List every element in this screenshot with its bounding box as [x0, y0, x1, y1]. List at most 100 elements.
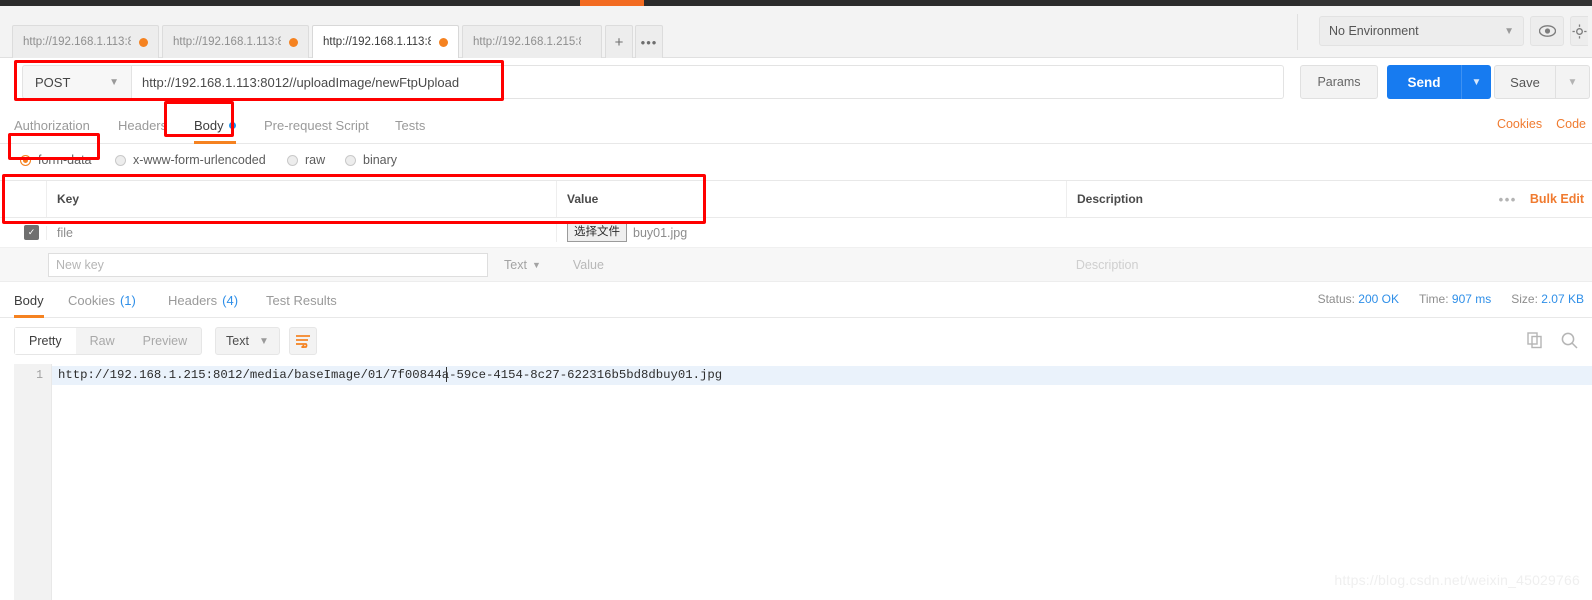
settings-button[interactable]	[1570, 16, 1588, 46]
word-wrap-button[interactable]	[289, 327, 317, 355]
word-wrap-icon	[296, 335, 310, 348]
radio-raw[interactable]: raw	[287, 153, 325, 167]
http-method-selector[interactable]: POST ▼	[22, 65, 132, 99]
choose-file-button[interactable]: 选择文件	[567, 223, 627, 242]
size-group: Size: 2.07 KB	[1511, 292, 1584, 306]
request-tab-label: http://192.168.1.113:8	[173, 36, 281, 48]
send-button-group: Send ▼	[1387, 65, 1491, 99]
response-tab-headers[interactable]: Headers (4)	[168, 282, 238, 318]
radio-binary[interactable]: binary	[345, 153, 397, 167]
radio-x-www-form-urlencoded[interactable]: x-www-form-urlencoded	[115, 153, 266, 167]
copy-button[interactable]	[1527, 332, 1543, 354]
new-description-input[interactable]: Description	[1076, 258, 1139, 272]
radio-form-data[interactable]: form-data	[20, 153, 92, 167]
tab-label: Cookies	[68, 292, 115, 308]
view-mode-pretty[interactable]: Pretty	[15, 328, 76, 354]
status-value: 200 OK	[1358, 292, 1399, 306]
request-tab-4[interactable]: http://192.168.1.215:8012/n	[462, 25, 602, 58]
view-mode-raw[interactable]: Raw	[76, 328, 129, 354]
bulk-edit-link[interactable]: Bulk Edit	[1530, 192, 1584, 206]
new-row: New key Text ▼ Value Description	[0, 248, 1592, 282]
status-group: Status: 200 OK	[1318, 292, 1399, 306]
tab-tests[interactable]: Tests	[395, 106, 425, 144]
request-links: Cookies Code	[1497, 117, 1586, 131]
save-button[interactable]: Save	[1494, 65, 1556, 99]
new-value-input[interactable]: Value	[573, 258, 604, 272]
watermark: https://blog.csdn.net/weixin_45029766	[1334, 572, 1580, 588]
chevron-down-icon: ▼	[109, 76, 119, 88]
response-actions	[1527, 332, 1578, 354]
radio-icon	[345, 154, 356, 166]
response-tab-cookies[interactable]: Cookies (1)	[68, 282, 136, 318]
table-more-button[interactable]: •••	[1499, 192, 1517, 207]
row-value-cell: 选择文件 buy01.jpg	[556, 223, 1066, 242]
line-number-gutter: 1	[14, 364, 52, 600]
tab-label: Headers	[168, 292, 218, 308]
time-label: Time:	[1419, 292, 1449, 306]
code-link[interactable]: Code	[1556, 117, 1586, 131]
radio-label: x-www-form-urlencoded	[133, 153, 266, 167]
view-mode-preview[interactable]: Preview	[129, 328, 201, 354]
tab-authorization[interactable]: Authorization	[14, 106, 90, 144]
tab-pre-request-script[interactable]: Pre-request Script	[264, 106, 369, 144]
tab-label: Tests	[395, 117, 426, 133]
cookies-link[interactable]: Cookies	[1497, 117, 1542, 131]
environment-label: No Environment	[1329, 24, 1419, 38]
unsaved-dot-icon	[289, 37, 298, 47]
url-input[interactable]: http://192.168.1.113:8012//uploadImage/n…	[132, 65, 1284, 99]
response-tab-body[interactable]: Body	[14, 282, 44, 318]
header-description: Description	[1077, 192, 1144, 206]
row-checkbox-cell: ✓	[0, 225, 46, 240]
environment-quick-look-button[interactable]	[1530, 16, 1564, 46]
radio-label: raw	[305, 153, 326, 167]
postman-window: http://192.168.1.113:8 http://192.168.1.…	[0, 0, 1592, 600]
send-button[interactable]: Send	[1387, 65, 1461, 99]
request-tab-label: http://192.168.1.113:8	[23, 36, 131, 48]
tab-body[interactable]: Body	[194, 106, 236, 144]
url-text: http://192.168.1.113:8012//uploadImage/n…	[142, 74, 460, 90]
save-options-button[interactable]: ▼	[1556, 65, 1590, 99]
table-header-row: Key Value Description ••• Bulk Edit	[0, 180, 1592, 218]
header-checkbox-cell	[0, 181, 46, 217]
size-label: Size:	[1511, 292, 1538, 306]
table-row: ✓ file 选择文件 buy01.jpg	[0, 218, 1592, 248]
tab-label: Test Results	[266, 292, 337, 308]
request-tab-1[interactable]: http://192.168.1.113:8	[12, 25, 159, 58]
line-number: 1	[36, 369, 43, 382]
search-icon	[1561, 332, 1578, 349]
size-value: 2.07 KB	[1541, 292, 1584, 306]
send-options-button[interactable]: ▼	[1461, 65, 1491, 99]
response-tab-test-results[interactable]: Test Results	[266, 282, 337, 318]
tab-label: Headers	[118, 117, 168, 133]
request-tab-2[interactable]: http://192.168.1.113:8	[162, 25, 309, 58]
body-indicator-dot-icon	[228, 121, 236, 129]
response-body-editor[interactable]: 1 http://192.168.1.215:8012/media/baseIm…	[0, 364, 1592, 600]
header-key: Key	[46, 181, 556, 217]
time-value: 907 ms	[1451, 292, 1492, 306]
response-format-selector[interactable]: Text ▼	[215, 327, 280, 355]
new-tab-button[interactable]: +	[605, 25, 633, 58]
search-button[interactable]	[1561, 332, 1578, 354]
time-group: Time: 907 ms	[1419, 292, 1491, 306]
response-meta: Status: 200 OK Time: 907 ms Size: 2.07 K…	[1318, 292, 1584, 306]
request-tab-3[interactable]: http://192.168.1.113:8	[312, 25, 459, 58]
params-button[interactable]: Params	[1300, 65, 1378, 99]
row-key-input[interactable]: file	[46, 225, 556, 240]
body-type-options: form-data x-www-form-urlencoded raw bina…	[0, 144, 1592, 180]
chevron-down-icon: ▼	[258, 335, 269, 347]
new-row-type-selector[interactable]: Text ▼	[504, 258, 541, 272]
row-enabled-checkbox[interactable]: ✓	[24, 225, 39, 240]
http-method-label: POST	[35, 74, 71, 90]
tab-label: Body	[14, 292, 44, 308]
new-key-input[interactable]: New key	[48, 252, 488, 277]
response-body-text: http://192.168.1.215:8012/media/baseImag…	[58, 368, 723, 382]
unsaved-dot-icon	[139, 37, 148, 47]
url-bar-row: POST ▼ http://192.168.1.113:8012//upload…	[0, 58, 1592, 106]
request-tab-list: http://192.168.1.113:8 http://192.168.1.…	[12, 25, 665, 58]
status-label: Status:	[1317, 292, 1355, 306]
tab-more-button[interactable]: •••	[635, 25, 663, 58]
tab-headers[interactable]: Headers	[118, 106, 167, 144]
environment-selector[interactable]: No Environment ▼	[1319, 16, 1524, 46]
radio-icon	[287, 154, 298, 166]
table-tools: ••• Bulk Edit	[1499, 192, 1592, 207]
